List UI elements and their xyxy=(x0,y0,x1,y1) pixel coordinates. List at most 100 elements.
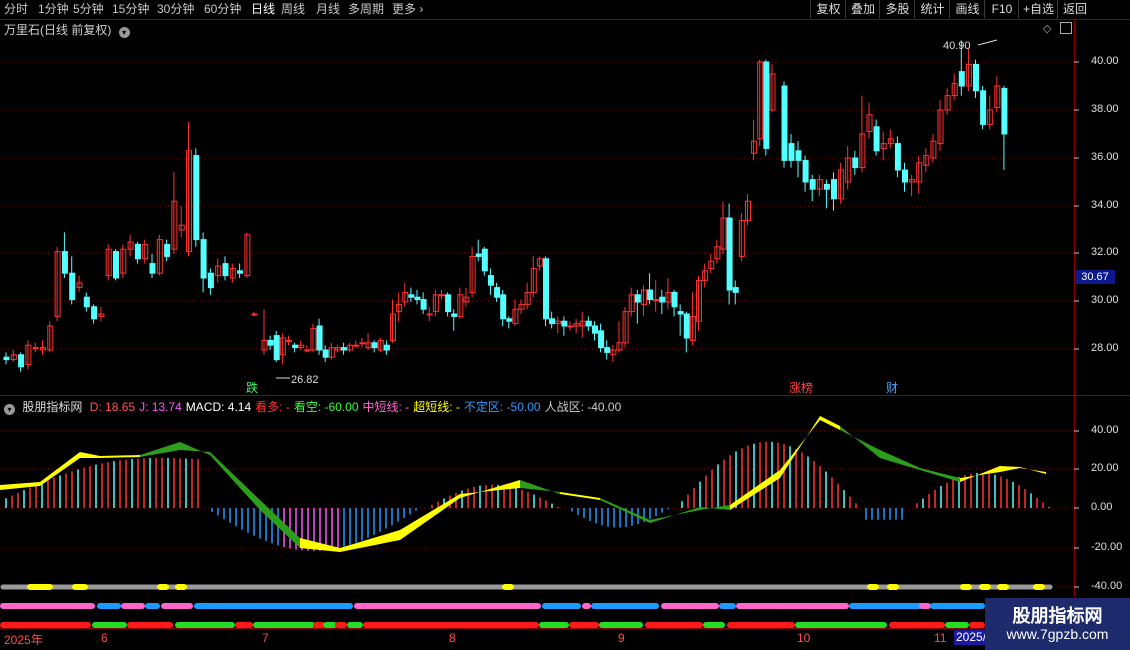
chevron-down-icon[interactable]: ▾ xyxy=(4,404,15,415)
tool-button-7[interactable]: 返回 xyxy=(1057,0,1092,18)
price-axis-label: 28.00 xyxy=(1091,342,1119,354)
trend-ribbon xyxy=(920,468,960,482)
candle-body xyxy=(887,138,894,145)
candle-body xyxy=(866,114,873,133)
period-tab-7[interactable]: 周线 xyxy=(281,1,305,18)
candle-body xyxy=(902,169,908,183)
time-axis-label: 9 xyxy=(618,631,625,645)
candle-body xyxy=(555,320,562,325)
candle-body xyxy=(365,342,372,349)
indicator-value-7: 不定区: -50.00 xyxy=(463,400,541,414)
period-tab-0[interactable]: 分时 xyxy=(4,1,28,18)
period-tab-3[interactable]: 15分钟 xyxy=(112,1,149,18)
candle-body xyxy=(390,313,397,341)
candle-body xyxy=(451,313,458,317)
trend-ribbon xyxy=(140,442,180,457)
candle-body xyxy=(186,150,192,253)
candle-body xyxy=(696,279,703,322)
candle-body xyxy=(222,263,229,277)
candle-body xyxy=(113,251,119,279)
candle-body xyxy=(200,239,207,279)
tool-button-3[interactable]: 统计 xyxy=(914,0,950,18)
candle-body xyxy=(445,294,452,313)
tool-button-2[interactable]: 多股 xyxy=(879,0,915,18)
watermark: 股朋指标网 www.7gpzb.com xyxy=(985,598,1130,650)
candle-body xyxy=(852,157,859,169)
tool-button-4[interactable]: 画线 xyxy=(949,0,985,18)
candle-body xyxy=(536,258,543,267)
tool-button-0[interactable]: 复权 xyxy=(810,0,846,18)
high-price-label: 40.90 xyxy=(943,40,971,52)
candle-body xyxy=(244,234,251,277)
candle-body xyxy=(432,294,439,313)
stock-title-text: 万里石(日线 前复权) xyxy=(4,23,112,37)
candle-body xyxy=(149,263,156,274)
candle-body xyxy=(677,311,684,315)
candle-body xyxy=(665,291,672,303)
period-tab-10[interactable]: 更多 › xyxy=(392,1,423,18)
candle-body xyxy=(653,299,660,302)
candle-body xyxy=(512,308,519,325)
candle-body xyxy=(215,265,222,277)
period-tab-6[interactable]: 日线 xyxy=(251,1,275,18)
indicator-axis-label: 20.00 xyxy=(1091,462,1119,474)
candle-body xyxy=(622,311,629,344)
candle-body xyxy=(164,243,171,257)
candle-body xyxy=(610,349,617,356)
candle-body xyxy=(738,219,745,257)
trend-ribbon xyxy=(780,416,820,478)
period-tab-9[interactable]: 多周期 xyxy=(348,1,384,18)
candlestick-chart[interactable]: 40.90 26.82 跌 涨榜 财 xyxy=(0,0,1130,650)
candle-body xyxy=(383,344,390,351)
candle-body xyxy=(120,248,127,274)
candle-body xyxy=(310,327,317,351)
tool-button-6[interactable]: +自选 xyxy=(1018,0,1058,18)
tool-button-5[interactable]: F10 xyxy=(984,0,1019,18)
candle-body xyxy=(671,291,678,308)
indicator-value-2: MACD: 4.14 xyxy=(185,400,252,414)
candle-body xyxy=(524,291,531,305)
period-tab-5[interactable]: 60分钟 xyxy=(204,1,241,18)
period-tab-8[interactable]: 月线 xyxy=(316,1,340,18)
chevron-down-icon[interactable]: ▾ xyxy=(118,27,130,38)
candle-body xyxy=(408,294,415,298)
candle-body xyxy=(916,162,923,183)
period-tab-1[interactable]: 1分钟 xyxy=(38,1,69,18)
time-axis-label: 6 xyxy=(101,631,108,645)
candle-body xyxy=(54,251,61,317)
trend-ribbon xyxy=(820,416,840,430)
toolbar-divider xyxy=(0,19,1130,20)
trend-ribbon xyxy=(40,452,80,486)
candle-body xyxy=(802,159,809,183)
candle-body xyxy=(958,71,965,87)
tool-button-1[interactable]: 叠加 xyxy=(845,0,880,18)
diamond-icon[interactable]: ◇ xyxy=(1043,22,1051,35)
candle-body xyxy=(426,313,433,316)
candle-body xyxy=(831,179,837,200)
candle-body xyxy=(438,294,445,297)
price-axis-label: 34.00 xyxy=(1091,199,1119,211)
window-toggle-icon[interactable] xyxy=(1060,22,1072,34)
stock-title: 万里石(日线 前复权) ▾ xyxy=(4,21,130,38)
candle-body xyxy=(469,255,476,293)
indicator-value-0: D: 18.65 xyxy=(89,400,136,414)
candle-body xyxy=(604,347,611,353)
candle-body xyxy=(923,155,930,166)
candle-body xyxy=(3,356,10,361)
candle-body xyxy=(518,303,525,310)
trend-ribbon xyxy=(1020,467,1046,474)
period-tab-2[interactable]: 5分钟 xyxy=(73,1,104,18)
candle-body xyxy=(341,347,348,351)
candle-body xyxy=(757,61,764,140)
candle-body xyxy=(634,294,641,303)
candle-body xyxy=(714,246,721,260)
period-tab-4[interactable]: 30分钟 xyxy=(157,1,194,18)
candle-body xyxy=(396,303,403,313)
price-axis-label: 40.00 xyxy=(1091,55,1119,67)
indicator-value-4: 看空: -60.00 xyxy=(293,400,359,414)
candle-body xyxy=(420,299,427,310)
candle-body xyxy=(76,282,83,289)
candle-body xyxy=(500,294,507,320)
trend-ribbon xyxy=(400,494,460,540)
indicator-axis-label: -40.00 xyxy=(1091,580,1123,592)
